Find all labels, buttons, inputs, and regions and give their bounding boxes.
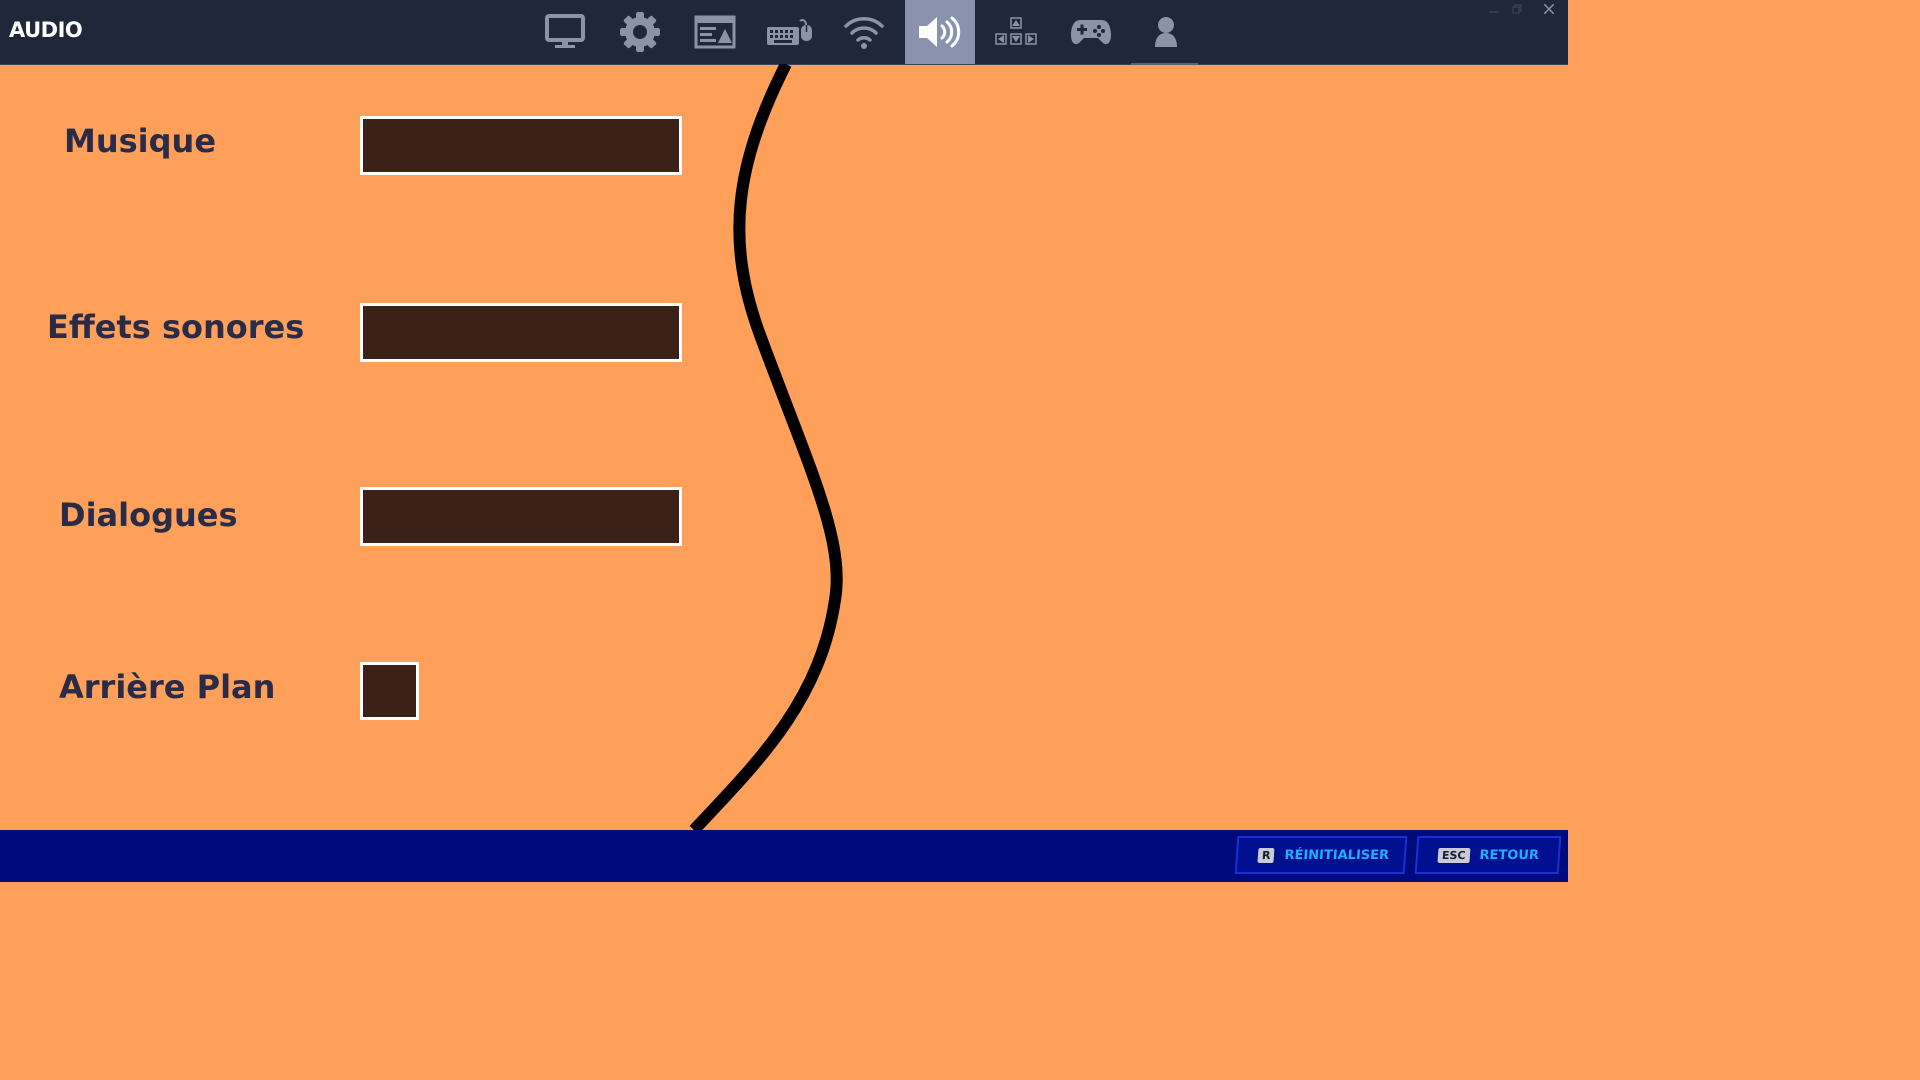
minimize-button[interactable] <box>1483 0 1505 18</box>
restore-icon <box>1512 4 1522 14</box>
gear-icon <box>620 12 660 52</box>
window-image-icon <box>694 15 736 49</box>
sfx-slider[interactable] <box>360 303 682 362</box>
dpad-icon <box>995 17 1037 45</box>
reset-button[interactable]: R RÉINITIALISER <box>1234 836 1408 874</box>
wifi-icon <box>844 17 884 49</box>
back-key-badge: ESC <box>1437 847 1471 863</box>
decorative-curve <box>689 64 843 830</box>
back-button[interactable]: ESC RETOUR <box>1414 836 1562 874</box>
reset-key-badge: R <box>1257 847 1276 863</box>
user-icon <box>1155 17 1177 47</box>
tab-touch-controls[interactable] <box>981 0 1051 64</box>
tab-keyboard-mouse[interactable] <box>755 0 825 64</box>
keyboard-mouse-icon <box>767 19 812 45</box>
monitor-icon <box>545 14 585 48</box>
back-button-label: RETOUR <box>1478 847 1540 863</box>
tab-display[interactable] <box>530 0 600 64</box>
background-checkbox[interactable] <box>360 662 419 720</box>
tab-controller[interactable] <box>1056 0 1126 64</box>
music-slider[interactable] <box>360 116 682 175</box>
speaker-icon <box>919 16 961 48</box>
reset-button-label: RÉINITIALISER <box>1283 847 1390 863</box>
tab-audio[interactable] <box>905 0 975 64</box>
top-bar: AUDIO <box>0 0 1568 65</box>
page-title: AUDIO <box>9 18 83 42</box>
sfx-slider-fill <box>363 306 679 359</box>
music-slider-fill <box>363 119 679 172</box>
dialogue-label: Dialogues <box>59 496 238 534</box>
close-button[interactable] <box>1538 0 1560 18</box>
tab-brightness[interactable] <box>680 0 750 64</box>
background-label: Arrière Plan <box>59 668 276 706</box>
tab-account[interactable] <box>1131 0 1201 64</box>
music-label: Musique <box>64 122 217 160</box>
gamepad-icon <box>1071 20 1111 45</box>
minimize-icon <box>1489 11 1499 13</box>
sfx-label: Effets sonores <box>47 308 305 346</box>
close-icon <box>1544 4 1554 14</box>
tab-network[interactable] <box>829 0 899 64</box>
dialogue-slider-fill <box>363 490 679 543</box>
tab-game-settings[interactable] <box>605 0 675 64</box>
restore-button[interactable] <box>1506 0 1528 18</box>
dialogue-slider[interactable] <box>360 487 682 546</box>
